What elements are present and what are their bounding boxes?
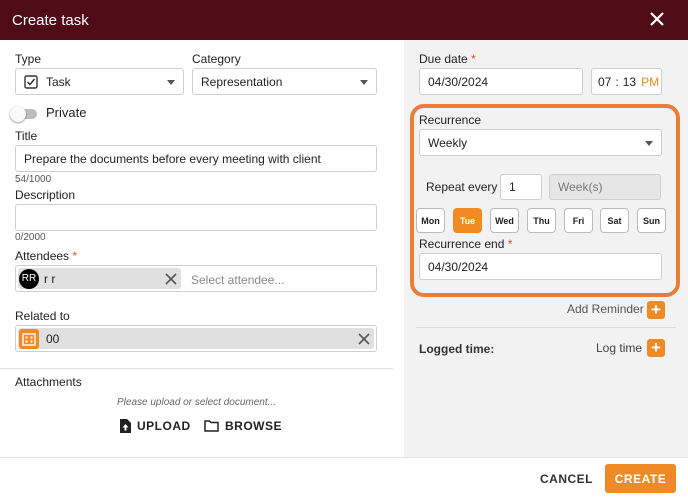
attendee-search-input[interactable]: Select attendee... — [191, 273, 284, 287]
task-details-panel: Type Task Category Representation Privat… — [0, 40, 404, 457]
attachments-label: Attachments — [15, 375, 82, 389]
chevron-down-icon — [360, 79, 368, 85]
upload-file-icon — [120, 419, 131, 433]
recurrence-value: Weekly — [428, 135, 468, 150]
upload-hint: Please upload or select document... — [117, 397, 276, 408]
checkbox-icon — [24, 74, 38, 89]
attendees-label: Attendees * — [15, 249, 77, 263]
recurrence-end-label: Recurrence end * — [419, 237, 512, 251]
close-icon[interactable] — [646, 8, 668, 30]
repeat-every-label: Repeat every — [426, 180, 498, 194]
add-reminder-plus-icon[interactable]: + — [647, 301, 665, 319]
repeat-every-input[interactable]: 1 — [500, 174, 542, 200]
day-fri-button[interactable]: Fri — [564, 208, 593, 233]
day-mon-button[interactable]: Mon — [416, 208, 445, 233]
due-date-label-text: Due date — [419, 52, 468, 66]
required-marker: * — [72, 249, 78, 263]
dialog-title: Create task — [12, 11, 89, 29]
related-label: Related to — [15, 309, 70, 323]
attendees-label-text: Attendees — [15, 249, 70, 263]
upload-label: UPLOAD — [137, 419, 191, 433]
title-label: Title — [15, 129, 38, 143]
avatar: RR — [19, 268, 39, 289]
day-sat-button[interactable]: Sat — [600, 208, 629, 233]
chevron-down-icon — [167, 79, 175, 85]
required-marker: * — [471, 52, 476, 66]
day-sun-button[interactable]: Sun — [637, 208, 666, 233]
description-input[interactable] — [15, 204, 377, 231]
building-icon — [19, 328, 39, 349]
type-select[interactable]: Task — [15, 68, 184, 95]
recurrence-end-value: 04/30/2024 — [428, 259, 489, 274]
create-label: CREATE — [614, 471, 667, 486]
log-time-plus-icon[interactable]: + — [647, 339, 665, 357]
remove-icon[interactable] — [358, 333, 370, 345]
due-date-label: Due date * — [419, 52, 476, 66]
title-input[interactable]: Prepare the documents before every meeti… — [15, 145, 377, 172]
toggle-knob — [10, 106, 26, 122]
dialog-header: Create task — [0, 0, 688, 40]
schedule-panel: Due date * 04/30/2024 07 : 13 PM Recurre… — [404, 40, 688, 457]
recurrence-select[interactable]: Weekly — [419, 129, 662, 156]
attendees-field[interactable]: RR r r Select attendee... — [15, 265, 377, 292]
recurrence-end-input[interactable]: 04/30/2024 — [419, 253, 662, 280]
title-counter: 54/1000 — [15, 174, 52, 185]
divider — [416, 327, 676, 328]
category-select[interactable]: Representation — [192, 68, 377, 95]
recurrence-end-label-text: Recurrence end — [419, 237, 505, 251]
due-date-value: 04/30/2024 — [428, 74, 489, 89]
cancel-button[interactable]: CANCEL — [540, 472, 593, 486]
private-label: Private — [46, 105, 87, 120]
remove-icon[interactable] — [165, 273, 177, 285]
description-counter: 0/2000 — [15, 232, 46, 243]
time-hour[interactable]: 07 — [598, 75, 611, 89]
upload-button[interactable]: UPLOAD — [119, 419, 191, 433]
private-toggle[interactable] — [10, 106, 37, 122]
add-reminder-label[interactable]: Add Reminder — [567, 302, 644, 316]
type-value: Task — [46, 74, 71, 89]
required-marker: * — [507, 237, 513, 251]
category-label: Category — [192, 52, 241, 66]
time-ampm[interactable]: PM — [641, 75, 659, 89]
description-label: Description — [15, 188, 76, 202]
related-value: 00 — [46, 331, 60, 346]
folder-icon — [204, 420, 219, 432]
repeat-unit-value: Week(s) — [558, 180, 603, 194]
recurrence-label: Recurrence — [419, 113, 482, 127]
type-label: Type — [15, 52, 42, 66]
browse-label: BROWSE — [225, 419, 282, 433]
repeat-every-value: 1 — [509, 180, 516, 194]
attendee-name: r r — [44, 271, 56, 286]
create-button[interactable]: CREATE — [605, 464, 676, 493]
dialog-footer: CANCEL CREATE — [0, 457, 688, 497]
chevron-down-icon — [645, 140, 653, 146]
day-wed-button[interactable]: Wed — [490, 208, 519, 233]
attendee-chip: RR r r — [18, 268, 181, 289]
divider — [0, 368, 393, 369]
related-field[interactable]: 00 — [15, 325, 377, 352]
time-separator: : — [615, 74, 619, 89]
title-value: Prepare the documents before every meeti… — [24, 151, 321, 166]
due-date-input[interactable]: 04/30/2024 — [419, 68, 583, 95]
due-time-input[interactable]: 07 : 13 PM — [591, 68, 662, 95]
repeat-unit-field: Week(s) — [549, 174, 661, 200]
category-value: Representation — [201, 74, 283, 89]
day-thu-button[interactable]: Thu — [527, 208, 556, 233]
browse-button[interactable]: BROWSE — [204, 419, 282, 433]
related-chip: 00 — [18, 328, 374, 349]
day-tue-button[interactable]: Tue — [453, 208, 482, 233]
time-minute[interactable]: 13 — [623, 75, 636, 89]
logged-time-label: Logged time: — [419, 342, 495, 356]
log-time-label[interactable]: Log time — [596, 341, 642, 355]
